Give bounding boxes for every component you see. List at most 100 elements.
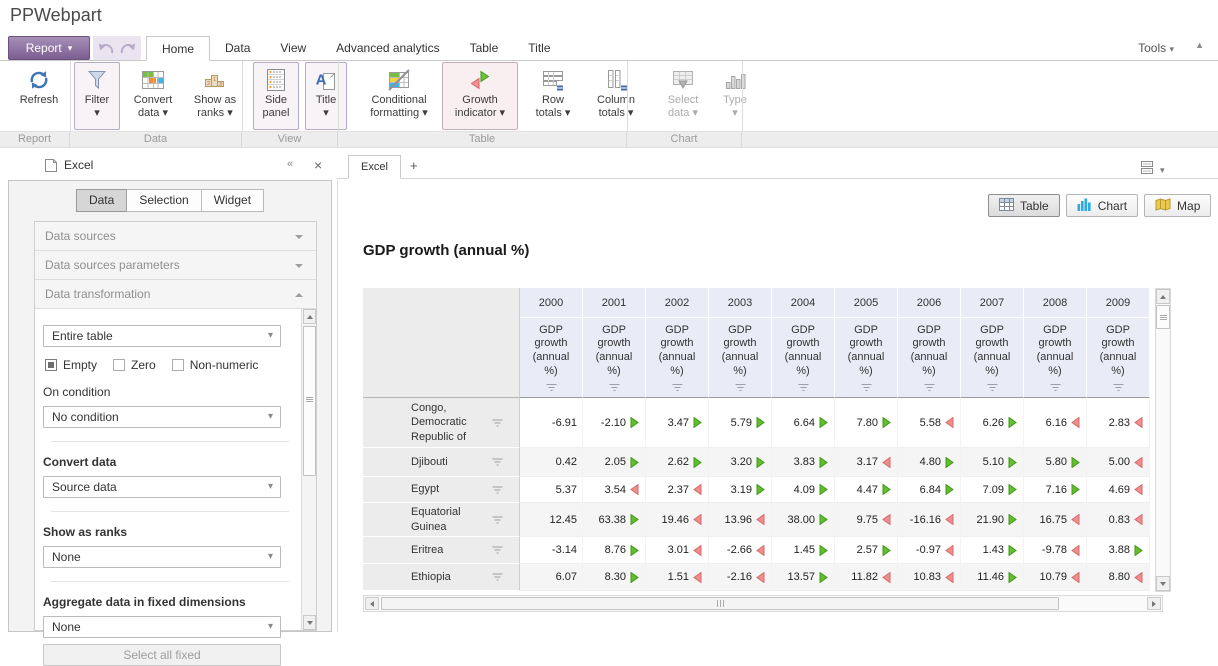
filter-icon[interactable]: [491, 418, 504, 427]
value-cell[interactable]: 5.10: [961, 448, 1024, 477]
filter-icon[interactable]: [1112, 383, 1125, 392]
value-cell[interactable]: 6.16: [1024, 398, 1087, 448]
value-cell[interactable]: 8.80: [1087, 564, 1150, 591]
show-as-ranks-select[interactable]: None: [43, 546, 281, 568]
value-cell[interactable]: 2.05: [583, 448, 646, 477]
row-header-cell[interactable]: Congo, Democratic Republic of: [363, 398, 520, 448]
sidebar-scrollbar[interactable]: [301, 309, 316, 630]
convert-data-select[interactable]: Source data: [43, 476, 281, 498]
filter-icon[interactable]: [491, 515, 504, 524]
year-header-cell[interactable]: 2008: [1024, 288, 1087, 318]
year-header-cell[interactable]: 2004: [772, 288, 835, 318]
value-cell[interactable]: -3.14: [520, 537, 583, 564]
refresh-button[interactable]: Refresh: [10, 62, 68, 130]
value-cell[interactable]: 19.46: [646, 503, 709, 537]
value-cell[interactable]: 2.62: [646, 448, 709, 477]
filter-icon[interactable]: [491, 573, 504, 582]
value-cell[interactable]: 21.90: [961, 503, 1024, 537]
filter-icon[interactable]: [608, 383, 621, 392]
value-cell[interactable]: 4.69: [1087, 477, 1150, 503]
show-as-ranks-button[interactable]: 213 Show asranks ▾: [186, 62, 244, 130]
empty-checkbox[interactable]: Empty: [45, 358, 97, 372]
section-data-sources-parameters[interactable]: Data sources parameters: [35, 251, 316, 280]
value-cell[interactable]: 3.83: [772, 448, 835, 477]
section-data-sources[interactable]: Data sources: [35, 222, 316, 251]
filter-icon[interactable]: [491, 485, 504, 494]
filter-icon[interactable]: [491, 458, 504, 467]
column-totals-button[interactable]: Columntotals ▾: [587, 62, 645, 130]
value-cell[interactable]: 3.20: [709, 448, 772, 477]
sidebar-tab-widget[interactable]: Widget: [202, 189, 264, 212]
filter-icon[interactable]: [1049, 383, 1062, 392]
value-cell[interactable]: 1.45: [772, 537, 835, 564]
non-numeric-checkbox[interactable]: Non-numeric: [172, 358, 259, 372]
year-header-cell[interactable]: 2002: [646, 288, 709, 318]
value-cell[interactable]: -6.91: [520, 398, 583, 448]
row-header-cell[interactable]: Equatorial Guinea: [363, 503, 520, 537]
scroll-thumb[interactable]: [303, 326, 316, 476]
filter-icon[interactable]: [491, 546, 504, 555]
growth-indicator-button[interactable]: Growthindicator ▾: [442, 62, 518, 130]
row-header-cell[interactable]: Eritrea: [363, 537, 520, 564]
value-cell[interactable]: 7.80: [835, 398, 898, 448]
scroll-left-button[interactable]: [365, 597, 379, 610]
value-cell[interactable]: 4.80: [898, 448, 961, 477]
value-cell[interactable]: 2.37: [646, 477, 709, 503]
value-cell[interactable]: 5.79: [709, 398, 772, 448]
measure-header-cell[interactable]: GDP growth (annual %): [835, 318, 898, 398]
value-cell[interactable]: 6.64: [772, 398, 835, 448]
layout-menu-button[interactable]: ▾: [1140, 160, 1165, 180]
report-menu-button[interactable]: Report▾: [8, 36, 90, 60]
value-cell[interactable]: 6.07: [520, 564, 583, 591]
value-cell[interactable]: 2.57: [835, 537, 898, 564]
value-cell[interactable]: -16.16: [898, 503, 961, 537]
value-cell[interactable]: 1.43: [961, 537, 1024, 564]
add-worksheet-button[interactable]: +: [404, 158, 424, 173]
measure-header-cell[interactable]: GDP growth (annual %): [961, 318, 1024, 398]
view-map-button[interactable]: Map: [1144, 194, 1211, 217]
value-cell[interactable]: 7.09: [961, 477, 1024, 503]
measure-header-cell[interactable]: GDP growth (annual %): [646, 318, 709, 398]
tab-advanced-analytics[interactable]: Advanced analytics: [321, 36, 454, 61]
worksheet-tab-excel[interactable]: Excel: [348, 155, 401, 179]
ribbon-collapse-button[interactable]: ▲: [1195, 40, 1204, 50]
redo-icon[interactable]: [119, 41, 137, 56]
scroll-thumb[interactable]: [381, 597, 1059, 610]
view-chart-button[interactable]: Chart: [1066, 194, 1138, 217]
measure-header-cell[interactable]: GDP growth (annual %): [1087, 318, 1150, 398]
scroll-right-button[interactable]: [1147, 597, 1161, 610]
value-cell[interactable]: -2.10: [583, 398, 646, 448]
scroll-up-button[interactable]: [1156, 289, 1170, 304]
value-cell[interactable]: 10.79: [1024, 564, 1087, 591]
value-cell[interactable]: -0.97: [898, 537, 961, 564]
value-cell[interactable]: 3.54: [583, 477, 646, 503]
title-button[interactable]: A Title▾: [305, 62, 347, 130]
sidebar-collapse-button[interactable]: «: [287, 158, 291, 170]
measure-header-cell[interactable]: GDP growth (annual %): [520, 318, 583, 398]
year-header-cell[interactable]: 2006: [898, 288, 961, 318]
tab-home[interactable]: Home: [146, 36, 210, 61]
value-cell[interactable]: 4.09: [772, 477, 835, 503]
sidebar-tab-selection[interactable]: Selection: [127, 189, 201, 212]
value-cell[interactable]: -2.66: [709, 537, 772, 564]
filter-icon[interactable]: [734, 383, 747, 392]
row-header-cell[interactable]: Ethiopia: [363, 564, 520, 591]
value-cell[interactable]: 6.84: [898, 477, 961, 503]
measure-header-cell[interactable]: GDP growth (annual %): [772, 318, 835, 398]
scroll-down-button[interactable]: [303, 615, 316, 630]
value-cell[interactable]: 1.51: [646, 564, 709, 591]
value-cell[interactable]: -2.16: [709, 564, 772, 591]
value-cell[interactable]: 0.83: [1087, 503, 1150, 537]
value-cell[interactable]: 5.00: [1087, 448, 1150, 477]
sidebar-tab-data[interactable]: Data: [76, 189, 127, 212]
value-cell[interactable]: 5.37: [520, 477, 583, 503]
row-totals-button[interactable]: Rowtotals ▾: [527, 62, 579, 130]
year-header-cell[interactable]: 2001: [583, 288, 646, 318]
value-cell[interactable]: 8.30: [583, 564, 646, 591]
value-cell[interactable]: 3.19: [709, 477, 772, 503]
scroll-up-button[interactable]: [303, 309, 316, 324]
value-cell[interactable]: 7.16: [1024, 477, 1087, 503]
value-cell[interactable]: 16.75: [1024, 503, 1087, 537]
measure-header-cell[interactable]: GDP growth (annual %): [709, 318, 772, 398]
value-cell[interactable]: 13.96: [709, 503, 772, 537]
